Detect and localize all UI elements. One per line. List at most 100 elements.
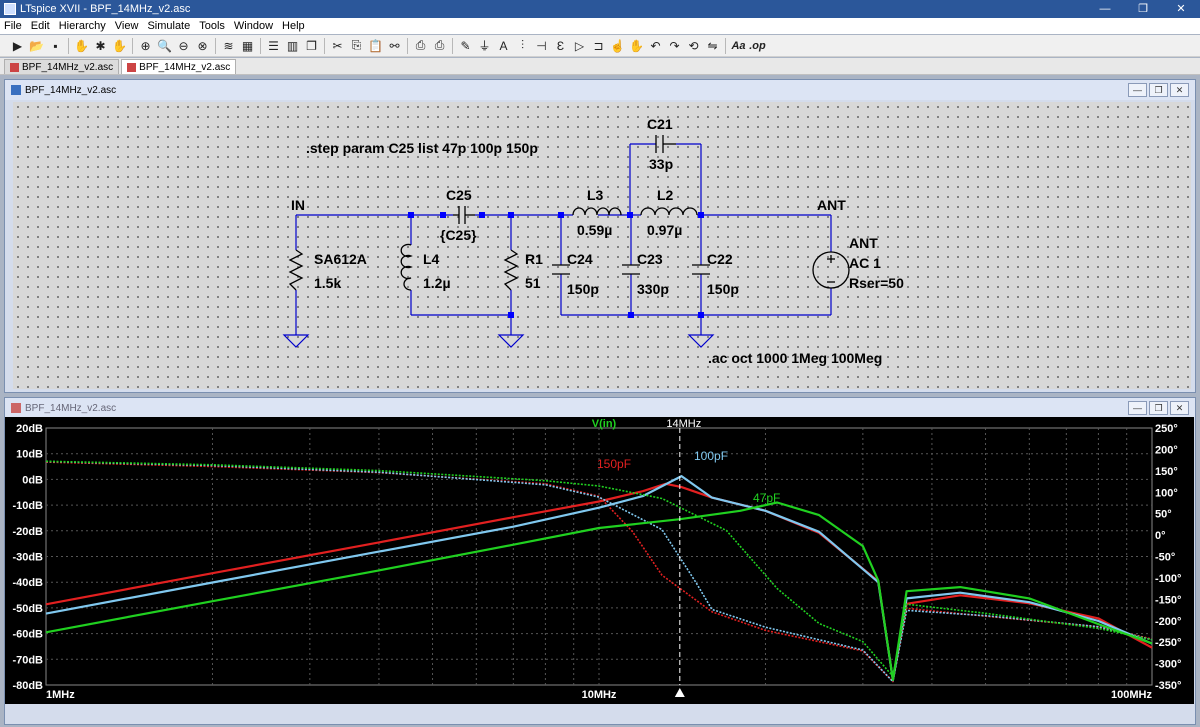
source-rser[interactable]: Rser=50	[849, 275, 904, 291]
menu-edit[interactable]: Edit	[31, 20, 50, 32]
text-tool-icon[interactable]: Aa	[729, 37, 748, 55]
redo-icon[interactable]: ↷	[665, 37, 684, 55]
draw-wire-icon[interactable]: ✎	[456, 37, 475, 55]
find-icon[interactable]: ⚯	[385, 37, 404, 55]
x-tick-label: 100MHz	[1111, 689, 1152, 701]
schematic-restore-button[interactable]: ❐	[1149, 83, 1168, 97]
plot-window-titlebar: BPF_14MHz_v2.asc — ❐ ✕	[5, 398, 1195, 418]
zoom-in-icon[interactable]: ⊕	[136, 37, 155, 55]
tab-schematic-2[interactable]: BPF_14MHz_v2.asc	[121, 59, 237, 74]
r1-name[interactable]: R1	[525, 251, 543, 267]
net-label-ant[interactable]: ANT	[817, 197, 846, 213]
undo-icon[interactable]: ↶	[646, 37, 665, 55]
ground-icon[interactable]: ⏚	[475, 37, 494, 55]
y-tick-label-right: -50°	[1155, 552, 1175, 564]
step-directive[interactable]: .step param C25 list 47p 100p 150p	[306, 140, 538, 156]
menu-hierarchy[interactable]: Hierarchy	[59, 20, 106, 32]
y-tick-label-left: -30dB	[12, 552, 43, 564]
schematic-window: BPF_14MHz_v2.asc — ❐ ✕ .step param C25 l…	[4, 79, 1196, 393]
cascade-icon[interactable]: ❐	[302, 37, 321, 55]
net-label-in[interactable]: IN	[291, 197, 305, 213]
c24-value[interactable]: 150p	[567, 281, 599, 297]
l4-value[interactable]: 1.2µ	[423, 275, 451, 291]
schematic-minimize-button[interactable]: —	[1128, 83, 1147, 97]
restore-button[interactable]: ❐	[1124, 0, 1162, 18]
c25-value[interactable]: {C25}	[440, 227, 477, 243]
menu-window[interactable]: Window	[234, 20, 273, 32]
save-icon[interactable]: ▪	[46, 37, 65, 55]
waveform-window-icon	[11, 403, 21, 413]
c23-value[interactable]: 330p	[637, 281, 669, 297]
y-tick-label-right: -200°	[1155, 616, 1181, 628]
sa612a-value[interactable]: 1.5k	[314, 275, 341, 291]
c24-name[interactable]: C24	[567, 251, 593, 267]
plot-minimize-button[interactable]: —	[1128, 401, 1147, 415]
minimize-button[interactable]: —	[1086, 0, 1124, 18]
tab-schematic-1[interactable]: BPF_14MHz_v2.asc	[4, 59, 120, 74]
l3-value[interactable]: 0.59µ	[577, 222, 612, 238]
move-icon[interactable]: ☝	[608, 37, 627, 55]
copy-icon[interactable]: ⎘	[347, 37, 366, 55]
plot-grid-icon[interactable]: ▦	[238, 37, 257, 55]
toolbar-separator	[68, 37, 69, 54]
rotate-icon[interactable]: ⟲	[684, 37, 703, 55]
zoom-cancel-icon[interactable]: ⊗	[193, 37, 212, 55]
menu-tools[interactable]: Tools	[199, 20, 225, 32]
capacitor-icon[interactable]: ⊣	[532, 37, 551, 55]
plot-restore-button[interactable]: ❐	[1149, 401, 1168, 415]
zoom-out-icon[interactable]: ⊖	[174, 37, 193, 55]
c22-value[interactable]: 150p	[707, 281, 739, 297]
run-icon[interactable]: ▶	[8, 37, 27, 55]
print-setup-icon[interactable]: ⎙	[430, 37, 449, 55]
halt-icon[interactable]: ✋	[72, 37, 91, 55]
y-tick-label-left: 10dB	[16, 449, 43, 461]
schematic-close-button[interactable]: ✕	[1170, 83, 1189, 97]
schematic-canvas[interactable]: .step param C25 list 47p 100p 150p .ac o…	[13, 102, 1191, 389]
close-button[interactable]: ✕	[1162, 0, 1200, 18]
y-tick-label-right: 150°	[1155, 466, 1178, 478]
schematic-window-titlebar: BPF_14MHz_v2.asc — ❐ ✕	[5, 80, 1195, 100]
l3-name[interactable]: L3	[587, 187, 603, 203]
plot-close-button[interactable]: ✕	[1170, 401, 1189, 415]
sa612a-name[interactable]: SA612A	[314, 251, 367, 267]
l2-name[interactable]: L2	[657, 187, 673, 203]
c25-name[interactable]: C25	[446, 187, 472, 203]
source-name[interactable]: ANT	[849, 235, 878, 251]
resistor-icon[interactable]: ⫶	[513, 37, 532, 55]
autorange-icon[interactable]: ≋	[219, 37, 238, 55]
c21-name[interactable]: C21	[647, 116, 673, 132]
diode-icon[interactable]: ▷	[570, 37, 589, 55]
y-tick-label-right: -100°	[1155, 573, 1181, 585]
zoom-area-icon[interactable]: 🔍	[155, 37, 174, 55]
menu-view[interactable]: View	[115, 20, 139, 32]
c23-name[interactable]: C23	[637, 251, 663, 267]
c22-name[interactable]: C22	[707, 251, 733, 267]
r1-value[interactable]: 51	[525, 275, 541, 291]
cut-icon[interactable]: ✂	[328, 37, 347, 55]
tile-v-icon[interactable]: ▥	[283, 37, 302, 55]
bode-chart: 20dB 10dB 0dB -10dB -20dB -30dB -40dB -50dB -60d…	[12, 418, 1181, 701]
drag-icon[interactable]: ✋	[627, 37, 646, 55]
tile-h-icon[interactable]: ☰	[264, 37, 283, 55]
inductor-icon[interactable]: Ɛ	[551, 37, 570, 55]
c21-value[interactable]: 33p	[649, 156, 673, 172]
component-icon[interactable]: ⊐	[589, 37, 608, 55]
label-net-icon[interactable]: A	[494, 37, 513, 55]
ac-directive[interactable]: .ac oct 1000 1Meg 100Meg	[708, 350, 882, 366]
source-ac[interactable]: AC 1	[849, 255, 881, 271]
menu-file[interactable]: File	[4, 20, 22, 32]
l4-name[interactable]: L4	[423, 251, 439, 267]
l2-value[interactable]: 0.97µ	[647, 222, 682, 238]
pan-icon[interactable]: ✋	[110, 37, 129, 55]
toolbar-separator	[407, 37, 408, 54]
menu-simulate[interactable]: Simulate	[147, 20, 190, 32]
menu-help[interactable]: Help	[282, 20, 305, 32]
run-man-icon[interactable]: ✱	[91, 37, 110, 55]
waveform-plot[interactable]: 20dB 10dB 0dB -10dB -20dB -30dB -40dB -50dB -60d…	[5, 417, 1194, 704]
paste-icon[interactable]: 📋	[366, 37, 385, 55]
mirror-icon[interactable]: ⇋	[703, 37, 722, 55]
print-icon[interactable]: ⎙	[411, 37, 430, 55]
open-icon[interactable]: 📂	[27, 37, 46, 55]
spice-directive-icon[interactable]: .op	[748, 37, 767, 55]
y-tick-label-left: -70dB	[12, 654, 43, 666]
